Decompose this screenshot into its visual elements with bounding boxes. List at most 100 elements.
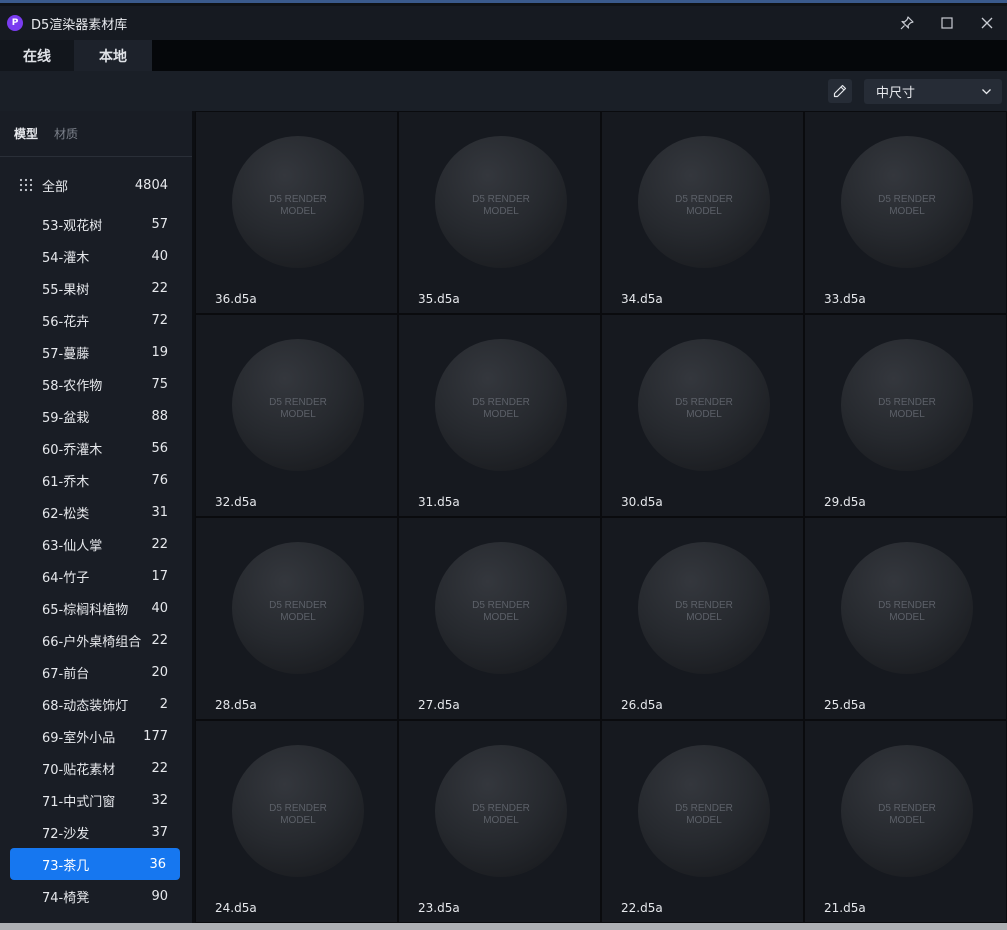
category-all[interactable]: 全部 4804 bbox=[0, 170, 192, 200]
title-bar: P D5渲染器素材库 bbox=[0, 6, 1007, 40]
thumbnail-text-line1: D5 RENDER bbox=[269, 194, 327, 205]
model-card[interactable]: D5 RENDER MODEL 24.d5a bbox=[195, 720, 398, 923]
category-item[interactable]: 61-乔木 76 bbox=[0, 464, 192, 496]
category-count: 72 bbox=[151, 312, 168, 328]
thumbnail-text-line2: MODEL bbox=[483, 206, 519, 217]
category-item[interactable]: 64-竹子 17 bbox=[0, 560, 192, 592]
category-label: 53-观花树 bbox=[42, 218, 103, 234]
close-icon bbox=[981, 17, 993, 29]
model-thumbnail: D5 RENDERMODEL bbox=[435, 542, 567, 674]
category-count: 57 bbox=[151, 216, 168, 232]
model-card[interactable]: D5 RENDER MODEL 29.d5a bbox=[804, 314, 1007, 517]
category-count: 22 bbox=[151, 760, 168, 776]
model-card[interactable]: D5 RENDER MODEL 32.d5a bbox=[195, 314, 398, 517]
category-list: 53-观花树 57 54-灌木 40 55-果树 22 56-花卉 72 57-蔓藤 19 58-农… bbox=[0, 208, 192, 912]
thumbnail-text-line1: D5 RENDER bbox=[675, 194, 733, 205]
tab-models[interactable]: 模型 bbox=[14, 125, 38, 142]
model-card[interactable]: D5 RENDER MODEL 35.d5a bbox=[398, 111, 601, 314]
category-item[interactable]: 65-棕榈科植物 40 bbox=[0, 592, 192, 624]
tab-materials[interactable]: 材质 bbox=[54, 125, 78, 142]
tab-online[interactable]: 在线 bbox=[0, 40, 74, 71]
model-filename: 32.d5a bbox=[215, 495, 257, 509]
category-count: 88 bbox=[151, 408, 168, 424]
model-filename: 33.d5a bbox=[824, 292, 866, 306]
model-card[interactable]: D5 RENDER MODEL 26.d5a bbox=[601, 517, 804, 720]
category-item[interactable]: 74-椅凳 90 bbox=[0, 880, 192, 912]
category-item[interactable]: 70-贴花素材 22 bbox=[0, 752, 192, 784]
category-item[interactable]: 73-茶几 36 bbox=[10, 848, 180, 880]
category-label: 68-动态装饰灯 bbox=[42, 698, 129, 714]
thumbnail-text-line1: D5 RENDER bbox=[878, 194, 936, 205]
size-select[interactable]: 中尺寸 bbox=[864, 79, 1002, 104]
model-thumbnail: D5 RENDERMODEL bbox=[232, 542, 364, 674]
model-thumbnail: D5 RENDERMODEL bbox=[841, 542, 973, 674]
category-item[interactable]: 66-户外桌椅组合 22 bbox=[0, 624, 192, 656]
model-card[interactable]: D5 RENDER MODEL 27.d5a bbox=[398, 517, 601, 720]
thumbnail-text-line1: D5 RENDER bbox=[675, 803, 733, 814]
model-filename: 23.d5a bbox=[418, 901, 460, 915]
pencil-icon bbox=[833, 84, 847, 98]
model-card[interactable]: D5 RENDER MODEL 23.d5a bbox=[398, 720, 601, 923]
category-item[interactable]: 57-蔓藤 19 bbox=[0, 336, 192, 368]
model-card[interactable]: D5 RENDER MODEL 31.d5a bbox=[398, 314, 601, 517]
category-item[interactable]: 58-农作物 75 bbox=[0, 368, 192, 400]
category-item[interactable]: 53-观花树 57 bbox=[0, 208, 192, 240]
model-card[interactable]: D5 RENDER MODEL 25.d5a bbox=[804, 517, 1007, 720]
thumbnail-text-line2: MODEL bbox=[483, 409, 519, 420]
model-card[interactable]: D5 RENDER MODEL 34.d5a bbox=[601, 111, 804, 314]
category-item[interactable]: 55-果树 22 bbox=[0, 272, 192, 304]
window-bottom-border bbox=[0, 923, 1007, 930]
model-filename: 29.d5a bbox=[824, 495, 866, 509]
category-count: 76 bbox=[151, 472, 168, 488]
category-item[interactable]: 60-乔灌木 56 bbox=[0, 432, 192, 464]
category-count: 37 bbox=[151, 824, 168, 840]
model-card[interactable]: D5 RENDER MODEL 30.d5a bbox=[601, 314, 804, 517]
thumbnail-text-line2: MODEL bbox=[889, 206, 925, 217]
category-count: 36 bbox=[149, 856, 166, 872]
category-item[interactable]: 69-室外小品 177 bbox=[0, 720, 192, 752]
close-button[interactable] bbox=[967, 6, 1007, 40]
category-label: 66-户外桌椅组合 bbox=[42, 634, 142, 650]
category-count: 17 bbox=[151, 568, 168, 584]
source-tabs: 在线 本地 bbox=[0, 40, 1007, 71]
edit-button[interactable] bbox=[828, 79, 852, 103]
category-item[interactable]: 56-花卉 72 bbox=[0, 304, 192, 336]
thumbnail-text-line2: MODEL bbox=[280, 815, 316, 826]
model-card[interactable]: D5 RENDER MODEL 36.d5a bbox=[195, 111, 398, 314]
thumbnail-text-line1: D5 RENDER bbox=[269, 397, 327, 408]
category-item[interactable]: 62-松类 31 bbox=[0, 496, 192, 528]
category-count: 40 bbox=[151, 248, 168, 264]
model-card[interactable]: D5 RENDER MODEL 28.d5a bbox=[195, 517, 398, 720]
maximize-button[interactable] bbox=[927, 6, 967, 40]
category-item[interactable]: 71-中式门窗 32 bbox=[0, 784, 192, 816]
model-thumbnail: D5 RENDERMODEL bbox=[435, 136, 567, 268]
category-item[interactable]: 54-灌木 40 bbox=[0, 240, 192, 272]
pin-button[interactable] bbox=[887, 6, 927, 40]
category-count: 32 bbox=[151, 792, 168, 808]
category-label: 64-竹子 bbox=[42, 570, 90, 586]
sidebar-tabs: 模型 材质 bbox=[0, 111, 192, 156]
category-item[interactable]: 63-仙人掌 22 bbox=[0, 528, 192, 560]
model-thumbnail: D5 RENDERMODEL bbox=[638, 136, 770, 268]
pin-icon bbox=[900, 16, 914, 30]
thumbnail-text-line1: D5 RENDER bbox=[878, 397, 936, 408]
thumbnail-text-line2: MODEL bbox=[889, 815, 925, 826]
model-filename: 24.d5a bbox=[215, 901, 257, 915]
category-label: 58-农作物 bbox=[42, 378, 103, 394]
tab-local[interactable]: 本地 bbox=[74, 40, 152, 71]
thumbnail-text-line1: D5 RENDER bbox=[675, 397, 733, 408]
category-label: 67-前台 bbox=[42, 666, 90, 682]
model-card[interactable]: D5 RENDER MODEL 33.d5a bbox=[804, 111, 1007, 314]
model-card[interactable]: D5 RENDER MODEL 22.d5a bbox=[601, 720, 804, 923]
thumbnail-text-line2: MODEL bbox=[686, 409, 722, 420]
category-label: 71-中式门窗 bbox=[42, 794, 116, 810]
thumbnail-text-line1: D5 RENDER bbox=[472, 194, 530, 205]
category-item[interactable]: 68-动态装饰灯 2 bbox=[0, 688, 192, 720]
thumbnail-text-line2: MODEL bbox=[483, 612, 519, 623]
thumbnail-text-line1: D5 RENDER bbox=[269, 803, 327, 814]
category-item[interactable]: 59-盆栽 88 bbox=[0, 400, 192, 432]
category-label: 56-花卉 bbox=[42, 314, 90, 330]
category-item[interactable]: 72-沙发 37 bbox=[0, 816, 192, 848]
category-item[interactable]: 67-前台 20 bbox=[0, 656, 192, 688]
model-card[interactable]: D5 RENDER MODEL 21.d5a bbox=[804, 720, 1007, 923]
